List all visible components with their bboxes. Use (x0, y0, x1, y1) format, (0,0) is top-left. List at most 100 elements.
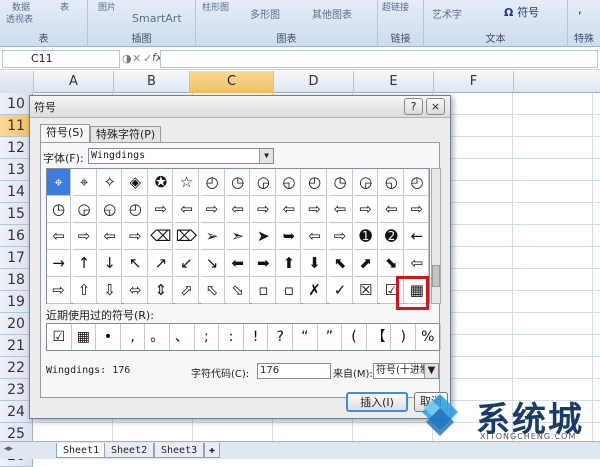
symbol-cell[interactable]: ◴ (200, 169, 225, 196)
symbol-cell[interactable]: ➊ (354, 223, 379, 250)
symbol-cell[interactable]: ⬅ (226, 250, 251, 277)
column-header-d[interactable]: D (274, 71, 354, 93)
ribbon-item-hyperlink[interactable]: 超链接 (382, 0, 409, 13)
ribbon-item-wordart[interactable]: 艺术字 (432, 6, 462, 21)
symbol-cell[interactable]: ☆ (175, 169, 199, 196)
symbol-cell[interactable]: ⇦ (175, 196, 199, 223)
symbol-cell[interactable]: ▫ (277, 277, 302, 304)
symbol-cell[interactable]: ↗ (149, 250, 174, 277)
recent-symbol[interactable]: 。 (145, 324, 170, 350)
font-select[interactable]: Wingdings ▼ (88, 148, 274, 164)
symbol-cell[interactable]: ▫ (251, 277, 276, 304)
ribbon-item-other-charts[interactable]: 其他图表 (312, 6, 352, 21)
ribbon-item-pivot[interactable]: 透视表 (6, 12, 33, 25)
symbol-cell[interactable]: ⇦ (379, 196, 404, 223)
symbol-cell[interactable]: ◷ (226, 169, 251, 196)
close-button[interactable]: × (426, 98, 445, 115)
confirm-icon[interactable]: ✓ (143, 52, 152, 65)
symbol-cell[interactable]: ⇩ (98, 277, 123, 304)
symbol-cell[interactable]: ⬈ (354, 250, 379, 277)
formula-input[interactable] (160, 50, 598, 68)
scroll-thumb[interactable] (432, 265, 440, 287)
symbol-cell[interactable]: → (47, 250, 71, 277)
symbol-cell[interactable]: ↖ (123, 250, 148, 277)
symbol-cell[interactable]: ⇦ (98, 223, 123, 250)
symbol-cell[interactable]: ✧ (98, 169, 123, 196)
cancel-icon[interactable]: ✕ (132, 52, 141, 65)
symbol-cell[interactable]: ⇦ (303, 223, 327, 250)
ribbon-item-column-chart[interactable]: 柱形图 (202, 0, 229, 13)
symbol-cell[interactable]: ➥ (277, 223, 302, 250)
insert-sheet-icon[interactable]: ✚ (204, 443, 221, 458)
symbol-cell[interactable]: ➣ (226, 223, 251, 250)
symbol-cell[interactable]: ◈ (123, 169, 148, 196)
column-header-c[interactable]: C (190, 71, 274, 93)
symbol-cell[interactable]: ⇨ (354, 196, 379, 223)
symbol-cell[interactable]: ◵ (277, 169, 302, 196)
symbol-cell[interactable]: ⇦ (277, 196, 302, 223)
symbol-grid[interactable]: ⌖ ⌖ ✧ ◈ ✪ ☆ ◴ ◷ ◶ ◵ ◴ ◷ ◶ ◵ ◴ ◷ ◶ ◵ ◴ ⇨ ⇦ ⇨ ⇦ ⇨ ⇦ ⇨ ⇦ ⇨ ⇦ ⇨ ⇦ ⇨ ⇦ ⇨ ⌫ ⌦ ➢ ➣ ➤ ➥… (46, 168, 430, 304)
symbol-cell[interactable]: ⌖ (72, 169, 97, 196)
symbol-cell[interactable]: ↙ (175, 250, 199, 277)
column-header-a[interactable]: A (34, 71, 114, 93)
recent-symbol[interactable]: • (96, 324, 121, 350)
symbol-cell[interactable]: ↓ (98, 250, 123, 277)
symbol-scrollbar[interactable] (431, 168, 441, 304)
recent-symbol[interactable]: ! (244, 324, 269, 350)
recent-symbols[interactable]: ☑ ▦ •,。、;:!? “”(【)% (46, 323, 441, 351)
symbol-cell[interactable]: ⇦ (405, 250, 430, 277)
recent-symbol[interactable]: ▦ (72, 324, 97, 350)
symbol-cell[interactable]: ⇨ (149, 196, 174, 223)
symbol-cell[interactable]: ⇨ (405, 196, 430, 223)
chevron-down-icon[interactable]: ▼ (259, 149, 273, 163)
char-code-input[interactable]: 176 (257, 363, 331, 379)
symbol-cell[interactable]: ⇨ (251, 196, 276, 223)
symbol-cell[interactable]: ⇨ (328, 223, 353, 250)
symbol-cell[interactable]: ◶ (251, 169, 276, 196)
ribbon-item-smartart[interactable]: SmartArt (132, 12, 182, 25)
symbol-cell[interactable]: ↘ (200, 250, 225, 277)
symbol-cell[interactable]: ◷ (47, 196, 71, 223)
symbol-cell[interactable]: ⌫ (149, 223, 174, 250)
ribbon-item-table[interactable]: 表 (60, 0, 69, 13)
recent-symbol[interactable]: ) (391, 324, 416, 350)
symbol-cell[interactable]: ◴ (123, 196, 148, 223)
recent-symbol[interactable]: 、 (170, 324, 195, 350)
symbol-cell[interactable]: ➡ (251, 250, 276, 277)
symbol-cell[interactable]: ⬆ (277, 250, 302, 277)
recent-symbol[interactable]: , (121, 324, 146, 350)
symbol-cell[interactable]: ⇨ (47, 277, 71, 304)
symbol-cell[interactable]: ⇨ (72, 223, 97, 250)
name-box[interactable]: C11 (2, 50, 120, 68)
symbol-cell[interactable]: ⬀ (175, 277, 199, 304)
column-header-b[interactable]: B (114, 71, 190, 93)
symbol-cell[interactable]: ◴ (303, 169, 327, 196)
symbol-cell[interactable]: ⌖ (47, 169, 71, 196)
recent-symbol[interactable]: ( (342, 324, 367, 350)
symbol-cell[interactable]: ✪ (149, 169, 174, 196)
insert-button[interactable]: 插入(I) (346, 392, 408, 412)
tab-nav-icon[interactable]: ◂▸ (4, 444, 13, 454)
symbol-cell[interactable]: ➢ (200, 223, 225, 250)
recent-symbol[interactable]: ” (318, 324, 343, 350)
symbol-cell[interactable]: ⬂ (226, 277, 251, 304)
recent-symbol[interactable]: 【 (367, 324, 392, 350)
symbol-cell[interactable]: ◶ (72, 196, 97, 223)
ribbon-item-shape-chart[interactable]: 多形图 (250, 6, 280, 21)
recent-symbol[interactable]: ☑ (47, 324, 72, 350)
select-all-corner[interactable] (0, 71, 34, 93)
symbol-cell[interactable]: ⬊ (379, 250, 404, 277)
symbol-cell[interactable]: ✓ (328, 277, 353, 304)
sheet-tab-2[interactable]: Sheet2 (104, 443, 155, 458)
symbol-cell[interactable]: ☒ (354, 277, 379, 304)
column-header-e[interactable]: E (354, 71, 434, 93)
help-button[interactable]: ? (404, 98, 423, 115)
symbol-cell[interactable]: ⇨ (303, 196, 327, 223)
symbol-cell[interactable]: ⇦ (328, 196, 353, 223)
ribbon-item-picture[interactable]: 图片 (98, 0, 116, 13)
chevron-down-icon[interactable]: ▼ (424, 364, 438, 378)
symbol-cell[interactable]: ➋ (379, 223, 404, 250)
symbol-cell[interactable]: ← (405, 223, 430, 250)
symbol-cell[interactable]: ✗ (303, 277, 327, 304)
symbol-cell[interactable]: ◴ (405, 169, 430, 196)
